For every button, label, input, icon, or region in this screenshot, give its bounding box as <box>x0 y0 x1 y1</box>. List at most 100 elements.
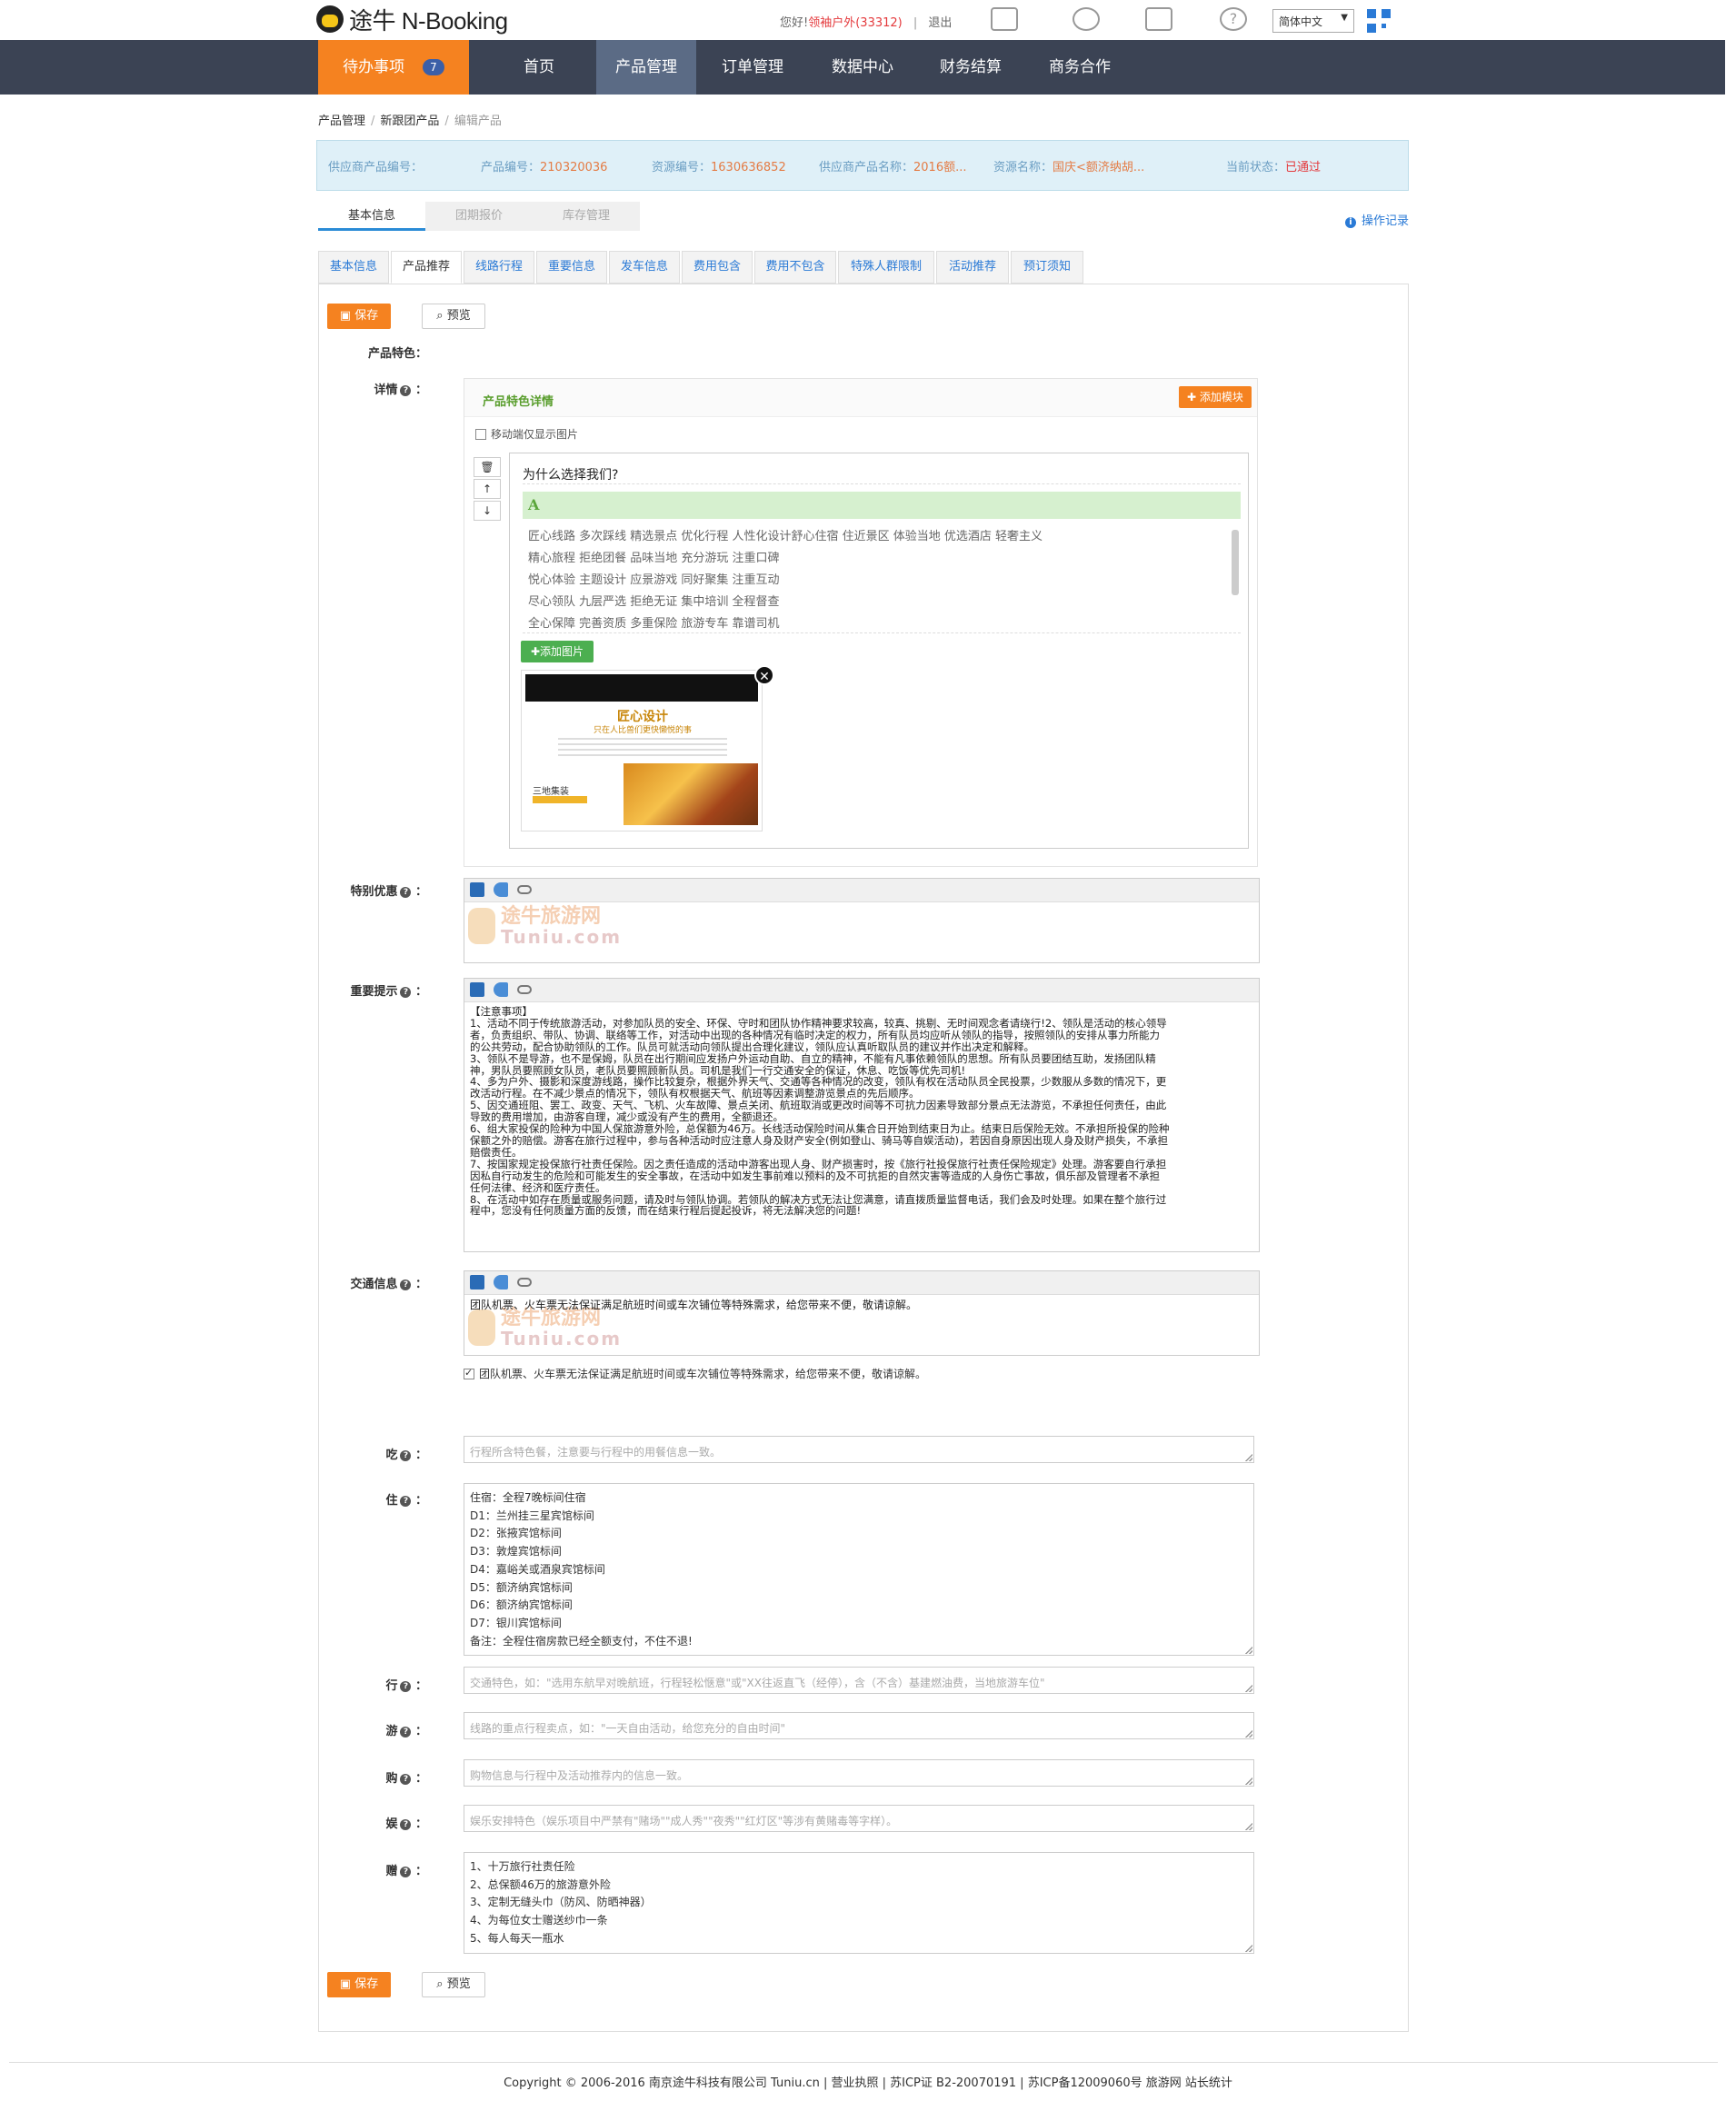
subtab-product-recommend[interactable]: 产品推荐 <box>391 251 462 284</box>
gift-label: 赠? ： <box>385 1865 427 1878</box>
nav-business[interactable]: 商务合作 <box>1025 40 1134 95</box>
settings-icon[interactable] <box>1073 7 1100 31</box>
user-greeting: 您好!领袖户外(33312) | 退出 <box>780 13 952 30</box>
operation-log-link[interactable]: 操作记录 <box>1345 211 1409 228</box>
special-offer-label: 特别优惠? ： <box>350 885 427 899</box>
notes-editor[interactable]: 【注意事项】 1、活动不同于传统旅游活动，对参加队员的安全、环保、守时和团队协作… <box>464 978 1260 1252</box>
subtab-activity[interactable]: 活动推荐 <box>936 251 1009 284</box>
gift-textarea[interactable]: 1、十万旅行社责任险 2、总保额46万的旅游意外险 3、定制无缝头巾（防风、防晒… <box>464 1852 1254 1954</box>
mail-icon[interactable] <box>991 7 1018 31</box>
module-title-input[interactable]: 为什么选择我们? <box>523 463 1241 484</box>
move-up-icon[interactable]: ↑ <box>474 479 501 499</box>
logo[interactable]: 途牛 N-Booking <box>316 4 508 35</box>
undo-icon[interactable] <box>494 982 508 997</box>
mobile-only-checkbox[interactable]: 移动端仅显示图片 <box>475 426 578 442</box>
detail-label: 详情? ： <box>374 383 427 397</box>
add-module-button[interactable]: ✚ 添加模块 <box>1179 386 1252 408</box>
special-offer-body[interactable]: 途牛旅游网 Tuniu.com <box>464 902 1259 962</box>
save-button-top[interactable]: ▣ 保存 <box>327 304 391 329</box>
undo-icon[interactable] <box>494 1275 508 1290</box>
link-icon[interactable] <box>517 885 532 894</box>
save-icon[interactable] <box>470 882 484 897</box>
fun-label: 娱? ： <box>385 1817 427 1831</box>
top-bar: 途牛 N-Booking 您好!领袖户外(33312) | 退出 ? 简体中文 … <box>0 0 1736 40</box>
tuniu-watermark: 途牛旅游网 Tuniu.com <box>468 1308 622 1348</box>
link-icon[interactable] <box>517 985 532 994</box>
save-icon: ▣ <box>339 309 355 323</box>
stay-label: 住? ： <box>385 1494 427 1508</box>
current-status: 当前状态：已通过 <box>1226 161 1322 174</box>
transport-label: 交通信息? ： <box>350 1278 427 1291</box>
footer-divider <box>9 2062 1718 2063</box>
module-line: 精心旅程 拒绝团餐 品味当地 充分游玩 注重口碑 <box>528 552 780 565</box>
save-icon[interactable] <box>470 982 484 997</box>
nav-data-center[interactable]: 数据中心 <box>809 40 916 95</box>
preview-button-top[interactable]: ⌕ 预览 <box>422 304 485 329</box>
fun-input[interactable]: 娱乐安排特色（娱乐项目中严禁有"赌场""成人秀""夜秀""红灯区"等涉有黄赌毒等… <box>464 1805 1254 1832</box>
stay-textarea[interactable]: 住宿：全程7晚标间住宿 D1：兰州挂三星宾馆标间 D2：张掖宾馆标间 D3：敦煌… <box>464 1483 1254 1656</box>
tour-label: 游? ： <box>385 1725 427 1738</box>
module-scrollbar[interactable] <box>1232 530 1239 595</box>
nav-product-management[interactable]: 产品管理 <box>596 40 696 95</box>
subtab-basic-info[interactable]: 基本信息 <box>318 251 389 284</box>
external-link-icon[interactable] <box>1145 7 1172 31</box>
undo-icon[interactable] <box>494 882 508 897</box>
tab-inventory[interactable]: 库存管理 <box>533 202 640 231</box>
eat-label: 吃? ： <box>385 1449 427 1462</box>
breadcrumb-product-management[interactable]: 产品管理 <box>318 115 365 128</box>
delete-module-icon[interactable]: 🗑 <box>474 457 501 477</box>
add-image-button[interactable]: ✚添加图片 <box>521 641 594 662</box>
module-text-area[interactable]: 匠心线路 多次踩线 精选景点 优化行程 人性化设计舒心住宿 住近景区 体验当地 … <box>523 526 1241 633</box>
qr-code-icon[interactable] <box>1367 9 1391 33</box>
nav-finance[interactable]: 财务结算 <box>916 40 1025 95</box>
language-select[interactable]: 简体中文 ▼ <box>1272 9 1354 33</box>
tab-group-price[interactable]: 团期报价 <box>425 202 533 231</box>
subtab-route[interactable]: 线路行程 <box>464 251 534 284</box>
module-line: 悦心体验 主题设计 应景游戏 同好聚集 注重互动 <box>528 573 780 587</box>
todo-count-badge: 7 <box>423 59 444 75</box>
preview-button-bottom[interactable]: ⌕ 预览 <box>422 1972 485 1997</box>
nav-todo[interactable]: 待办事项 7 <box>318 40 469 95</box>
logout-link[interactable]: 退出 <box>928 16 952 30</box>
help-icon[interactable]: ? <box>1220 7 1247 31</box>
subtab-important-info[interactable]: 重要信息 <box>536 251 607 284</box>
link-icon[interactable] <box>517 1278 532 1287</box>
subtab-special-groups[interactable]: 特殊人群限制 <box>838 251 934 284</box>
shop-input[interactable]: 购物信息与行程中及活动推荐内的信息一致。 <box>464 1759 1254 1787</box>
special-offer-editor[interactable]: 途牛旅游网 Tuniu.com <box>464 878 1260 963</box>
close-icon[interactable]: ✕ <box>754 665 774 685</box>
username-link[interactable]: 领袖户外 <box>808 16 855 30</box>
transport-editor[interactable]: 途牛旅游网 Tuniu.com 团队机票、火车票无法保证满足航班时间或车次铺位等特… <box>464 1270 1260 1356</box>
help-icon: ? <box>400 1819 412 1830</box>
subtab-booking-notice[interactable]: 预订须知 <box>1011 251 1083 284</box>
transport-body[interactable]: 途牛旅游网 Tuniu.com 团队机票、火车票无法保证满足航班时间或车次铺位等特… <box>464 1295 1259 1355</box>
help-icon: ? <box>400 887 412 898</box>
notes-label: 重要提示? ： <box>350 985 427 999</box>
eat-input[interactable]: 行程所含特色餐，注意要与行程中的用餐信息一致。 <box>464 1436 1254 1463</box>
save-button-bottom[interactable]: ▣ 保存 <box>327 1972 391 1997</box>
notes-body[interactable]: 【注意事项】 1、活动不同于传统旅游活动，对参加队员的安全、环保、守时和团队协作… <box>464 1002 1259 1220</box>
transport-checkbox[interactable]: 团队机票、火车票无法保证满足航班时间或车次铺位等特殊需求，给您带来不便，敬请谅解… <box>464 1366 926 1381</box>
product-info-bar: 供应商产品编号： 产品编号：210320036 资源编号：1630636852 … <box>316 140 1409 191</box>
help-icon: ? <box>400 385 412 396</box>
nav-order-management[interactable]: 订单管理 <box>696 40 809 95</box>
module-letter: A <box>523 492 1241 519</box>
transport-feature-input[interactable]: 交通特色，如："选用东航早对晚航班，行程轻松惬意"或"XX往返直飞（经停），含（… <box>464 1667 1254 1694</box>
subtab-fee-included[interactable]: 费用包含 <box>682 251 753 284</box>
subtab-fee-excluded[interactable]: 费用不包含 <box>754 251 836 284</box>
checkbox-checked-icon <box>464 1367 474 1379</box>
tour-input[interactable]: 线路的重点行程卖点，如："一天自由活动，给您充分的自由时间" <box>464 1712 1254 1739</box>
feature-detail-header: 产品特色详情 ✚ 添加模块 <box>464 379 1257 417</box>
help-icon: ? <box>400 1450 412 1461</box>
breadcrumb-new-group-product[interactable]: 新跟团产品 <box>380 115 439 128</box>
image-thumbnail: 匠心设计 只在人比兽们更快懒悦的事 三地集装 ✕ <box>521 665 774 831</box>
tab-basic-info[interactable]: 基本信息 <box>318 202 425 231</box>
transport-text: 团队机票、火车票无法保证满足航班时间或车次铺位等特殊需求，给您带来不便，敬请谅解… <box>470 1299 918 1311</box>
nav-home[interactable]: 首页 <box>482 40 596 95</box>
breadcrumb: 产品管理 / 新跟团产品 / 编辑产品 <box>318 115 502 128</box>
move-down-icon[interactable]: ↓ <box>474 501 501 521</box>
shop-label: 购? ： <box>385 1772 427 1786</box>
subtab-departure[interactable]: 发车信息 <box>609 251 680 284</box>
save-icon[interactable] <box>470 1275 484 1290</box>
feature-module: 🗑 ↑ ↓ 为什么选择我们? A 匠心线路 多次踩线 精选景点 优化行程 人性化… <box>474 453 1249 849</box>
